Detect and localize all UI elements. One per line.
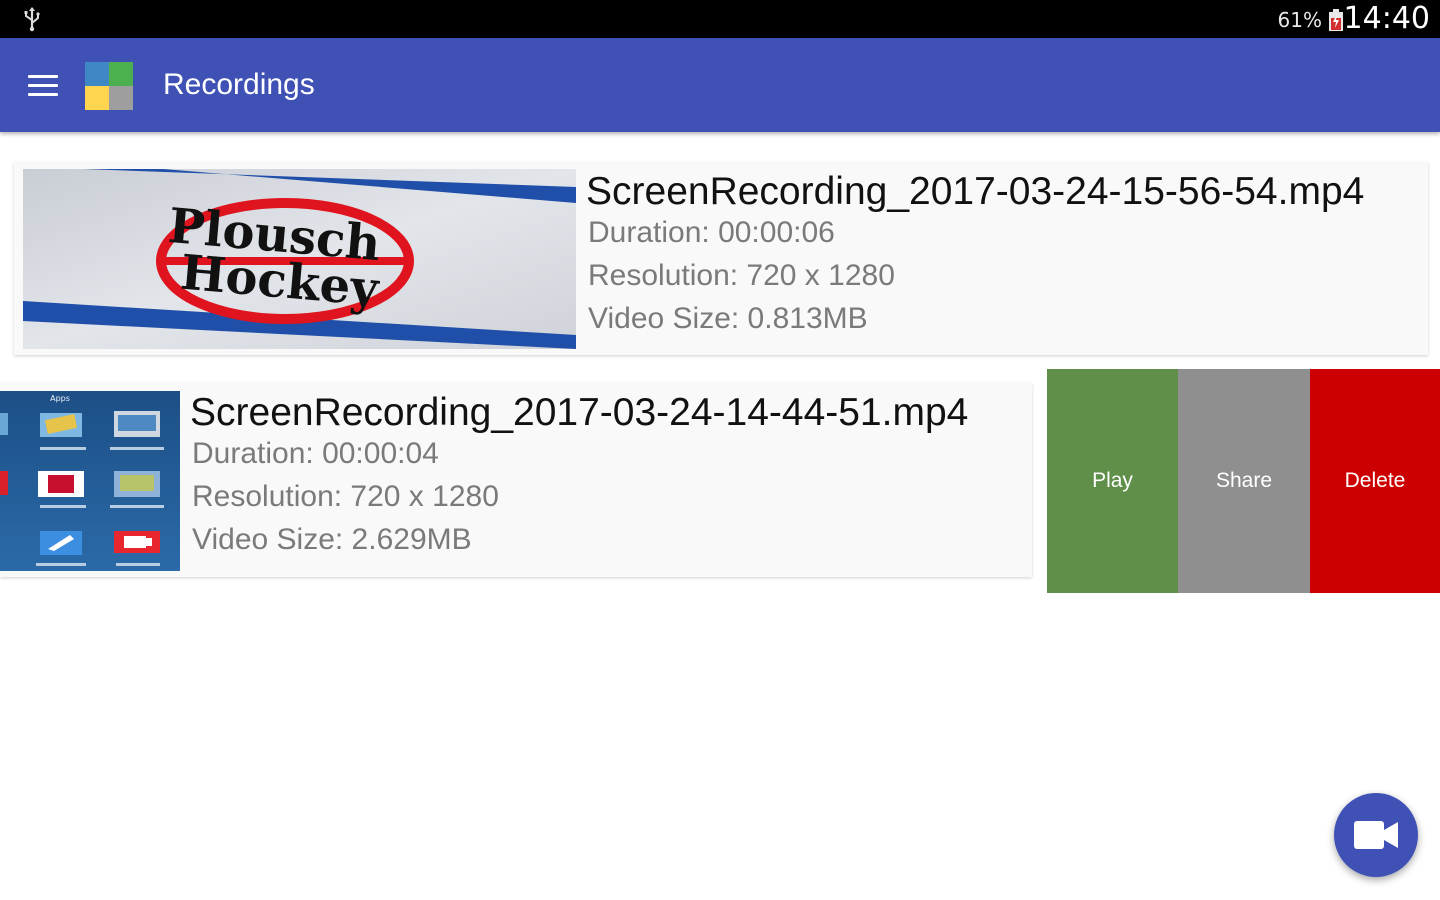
share-button[interactable]: Share — [1178, 369, 1310, 593]
recording-item[interactable]: Plousch Hockey ScreenRecording_2017-03-2… — [14, 162, 1428, 355]
recording-item[interactable]: Apps ScreenRecording_2017-03-24-14-44-51… — [0, 383, 1032, 577]
battery-charging-icon — [1329, 9, 1343, 31]
recording-resolution: Resolution: 720 x 1280 — [192, 480, 499, 513]
battery-percent: 61% — [1277, 8, 1322, 32]
recording-size: Video Size: 2.629MB — [192, 523, 472, 556]
recording-thumbnail: Plousch Hockey — [23, 169, 576, 349]
recording-thumbnail: Apps — [0, 391, 180, 571]
recording-size: Video Size: 0.813MB — [588, 302, 868, 335]
clock: 14:40 — [1343, 1, 1430, 36]
menu-icon[interactable] — [28, 75, 58, 97]
recording-duration: Duration: 00:00:06 — [588, 216, 835, 249]
recording-resolution: Resolution: 720 x 1280 — [588, 259, 895, 292]
recording-file-name: ScreenRecording_2017-03-24-15-56-54.mp4 — [586, 170, 1365, 213]
app-logo-icon — [85, 62, 133, 110]
recording-duration: Duration: 00:00:04 — [192, 437, 439, 470]
recording-file-name: ScreenRecording_2017-03-24-14-44-51.mp4 — [190, 391, 969, 434]
play-button[interactable]: Play — [1047, 369, 1178, 593]
thumbnail-header: Apps — [50, 394, 70, 403]
app-bar: Recordings — [0, 38, 1440, 132]
record-fab-button[interactable] — [1334, 793, 1418, 877]
swipe-actions: Play Share Delete — [1047, 369, 1440, 593]
usb-icon — [24, 7, 40, 32]
status-bar: 61% 14:40 — [0, 0, 1440, 38]
page-title: Recordings — [163, 68, 315, 101]
delete-button[interactable]: Delete — [1310, 369, 1440, 593]
video-camera-icon — [1354, 821, 1398, 849]
